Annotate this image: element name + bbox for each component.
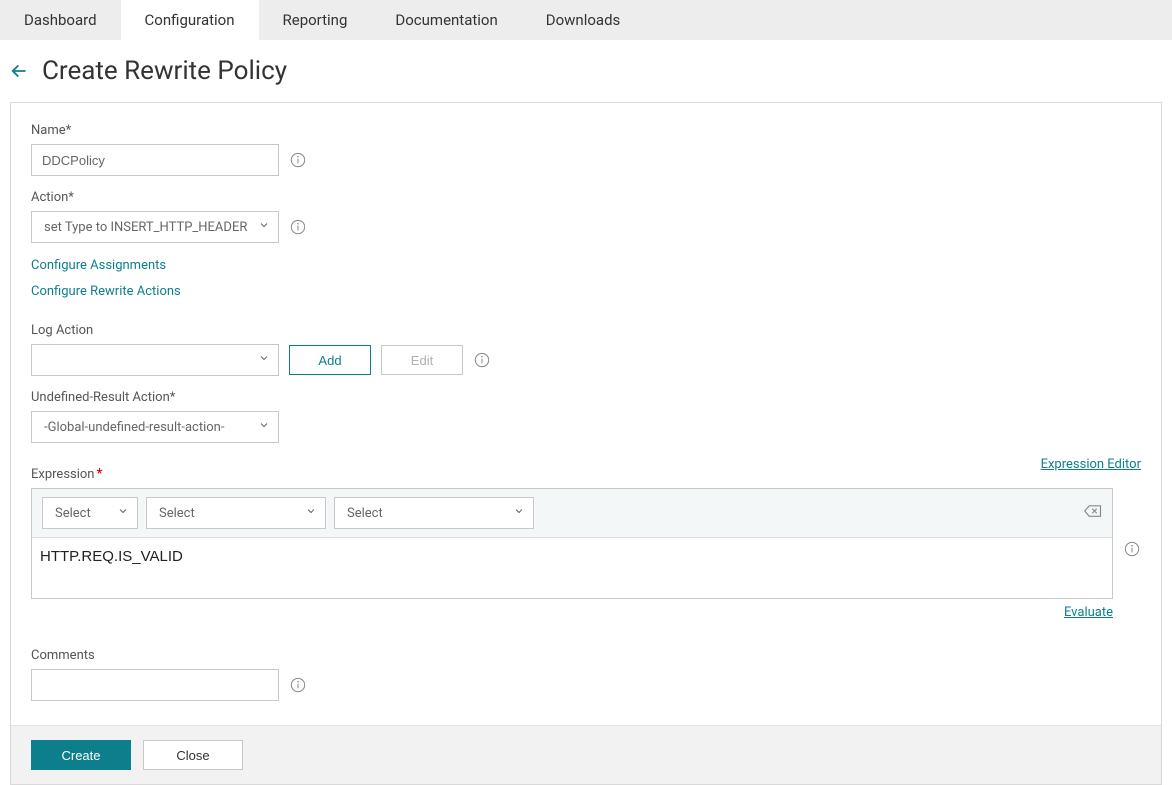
info-icon[interactable] — [289, 218, 307, 236]
chevron-down-icon — [513, 505, 525, 521]
tab-dashboard[interactable]: Dashboard — [0, 0, 121, 40]
expression-toolbar: Select Select Select — [32, 489, 1112, 538]
undefined-result-select[interactable]: -Global-undefined-result-action- — [31, 411, 279, 443]
back-icon[interactable] — [10, 60, 32, 82]
edit-button: Edit — [381, 345, 463, 375]
expression-select-1[interactable]: Select — [42, 497, 138, 529]
info-icon[interactable] — [289, 676, 307, 694]
expression-select-2-value: Select — [159, 506, 195, 521]
expression-select-2[interactable]: Select — [146, 497, 326, 529]
expression-label: Expression — [31, 467, 95, 482]
comments-label: Comments — [31, 648, 1141, 663]
configure-rewrite-actions-link[interactable]: Configure Rewrite Actions — [31, 284, 181, 299]
title-bar: Create Rewrite Policy — [0, 40, 1172, 102]
action-label: Action* — [31, 190, 1141, 205]
undefined-result-value: -Global-undefined-result-action- — [44, 420, 224, 435]
chevron-down-icon — [305, 505, 317, 521]
comments-input[interactable] — [31, 669, 279, 701]
expression-editor-link[interactable]: Expression Editor — [1041, 457, 1141, 472]
info-icon[interactable] — [1123, 540, 1141, 558]
form-panel: Name* Action* set Type to INSERT_HTTP_HE… — [10, 102, 1162, 785]
log-action-select[interactable] — [31, 344, 279, 376]
log-action-label: Log Action — [31, 323, 1141, 338]
form-footer: Create Close — [11, 725, 1161, 784]
expression-select-1-value: Select — [55, 506, 91, 521]
info-icon[interactable] — [473, 351, 491, 369]
name-label: Name* — [31, 123, 1141, 138]
tab-configuration[interactable]: Configuration — [121, 0, 259, 40]
configure-assignments-link[interactable]: Configure Assignments — [31, 258, 166, 273]
required-star: * — [97, 466, 103, 482]
chevron-down-icon — [117, 505, 129, 521]
tab-reporting[interactable]: Reporting — [259, 0, 372, 40]
expression-box: Select Select Select — [31, 488, 1113, 599]
create-button[interactable]: Create — [31, 740, 131, 770]
evaluate-link[interactable]: Evaluate — [1064, 605, 1113, 620]
page-title: Create Rewrite Policy — [42, 56, 287, 86]
clear-icon[interactable] — [1084, 504, 1102, 522]
expression-textarea[interactable] — [32, 538, 1112, 594]
name-input[interactable] — [31, 144, 279, 176]
chevron-down-icon — [258, 419, 270, 435]
expression-select-3[interactable]: Select — [334, 497, 534, 529]
chevron-down-icon — [258, 219, 270, 235]
top-tabs: Dashboard Configuration Reporting Docume… — [0, 0, 1172, 40]
expression-select-3-value: Select — [347, 506, 383, 521]
info-icon[interactable] — [289, 151, 307, 169]
tab-documentation[interactable]: Documentation — [371, 0, 521, 40]
add-button[interactable]: Add — [289, 345, 371, 375]
action-select[interactable]: set Type to INSERT_HTTP_HEADER — [31, 211, 279, 243]
chevron-down-icon — [258, 352, 270, 368]
action-select-value: set Type to INSERT_HTTP_HEADER — [44, 220, 247, 235]
undefined-result-label: Undefined-Result Action* — [31, 390, 1141, 405]
tab-downloads[interactable]: Downloads — [522, 0, 645, 40]
close-button[interactable]: Close — [143, 740, 243, 770]
